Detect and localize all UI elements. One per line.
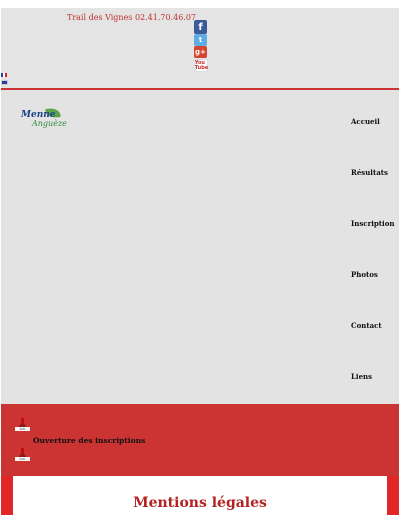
site-title: Trail des Vignes 02.41.70.46.07 <box>67 13 197 22</box>
nav-item-resultats[interactable]: Résultats <box>351 168 388 177</box>
main-area <box>1 90 399 404</box>
nav-item-accueil[interactable]: Accueil <box>351 117 380 126</box>
twitter-icon[interactable]: t <box>194 34 207 46</box>
info-alert-icon: Info <box>15 418 30 431</box>
french-flag-icon[interactable] <box>1 73 7 77</box>
nav-item-liens[interactable]: Liens <box>351 372 372 381</box>
facebook-icon[interactable]: f <box>194 20 207 34</box>
nav-item-photos[interactable]: Photos <box>351 270 378 279</box>
google-plus-icon[interactable]: g+ <box>194 46 207 58</box>
english-flag-icon[interactable] <box>1 80 8 85</box>
info-icon-label: Info <box>15 427 30 431</box>
info-icon-label: Info <box>15 457 30 461</box>
info-alert-icon: Info <box>15 448 30 461</box>
content-card: Mentions légales <box>13 476 387 515</box>
news-item[interactable]: Ouverture des inscriptions <box>33 436 145 445</box>
logo-text-line2: Anguèze <box>32 119 67 128</box>
page-title: Mentions légales <box>133 495 267 511</box>
youtube-icon[interactable]: You Tube <box>195 59 208 72</box>
nav-item-contact[interactable]: Contact <box>351 321 382 330</box>
site-logo[interactable]: Menne Anguèze <box>20 106 67 131</box>
nav-item-inscription[interactable]: Inscription <box>351 219 394 228</box>
